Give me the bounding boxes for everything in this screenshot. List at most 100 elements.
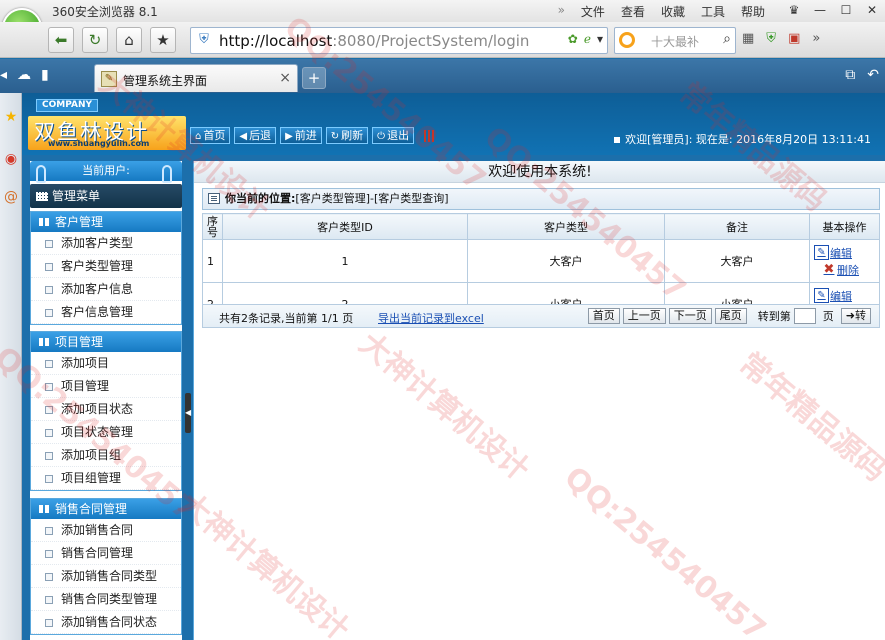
sidebar-item-sales-contract-type-manage[interactable]: 销售合同类型管理 [31,588,181,611]
table-header-row: 序号 客户类型ID 客户类型 备注 基本操作 [202,213,880,240]
home-button[interactable]: ⌂ 首页 [190,127,231,144]
sidebar-item-add-sales-contract-status[interactable]: 添加销售合同状态 [31,611,181,634]
sidebar-item-label: 添加项目组 [61,448,122,462]
menu-header-label: 管理菜单 [52,189,101,203]
section-icon [39,505,49,513]
sidebar-item-add-project-status[interactable]: 添加项目状态 [31,398,181,421]
forward-arrow-icon: ▶ [285,131,293,142]
tab-close-icon[interactable]: × [279,70,291,86]
sidebar-item-add-sales-contract[interactable]: 添加销售合同 [31,519,181,542]
last-page-button[interactable]: 尾页 [714,308,747,324]
sidebar-item-add-customer-type[interactable]: 添加客户类型 [31,232,181,255]
browser-titlebar: 360安全浏览器 8.1 » 文件 查看 收藏 工具 帮助 ♛ — ☐ ✕ [0,0,885,22]
sidebar-collapse-handle[interactable]: ◀ [185,393,191,433]
cell-id: 1 [222,239,468,283]
tab-list-icon[interactable]: ▮ [41,67,49,83]
forward-button[interactable]: ▶ 前进 [280,127,322,144]
minimize-icon[interactable]: — [807,0,833,20]
back-arrow-icon: ◀ [239,131,248,142]
back-icon[interactable]: ⬅ [48,27,74,53]
home-button-label: 首页 [203,129,226,142]
tab-main[interactable]: ✎ 管理系统主界面 × [94,64,298,92]
menu-favorites[interactable]: 收藏 [661,3,685,20]
section-header-project[interactable]: 项目管理 [31,332,181,352]
section-header-customer[interactable]: 客户管理 [31,212,181,232]
col-customer-type-id: 客户类型ID [222,213,468,240]
email-icon[interactable]: @ [1,187,21,207]
page-number-input[interactable] [793,308,816,324]
brand-site: www.shuangyulin.com [48,139,150,148]
sidebar-toggle-icon[interactable]: ◂ [0,67,7,83]
undo-close-icon[interactable]: ↶ [867,67,879,83]
logout-button[interactable]: ⏻ 退出 [372,127,415,144]
adblock-icon[interactable]: ▣ [788,31,800,46]
sidebar-item-project-manage[interactable]: 项目管理 [31,375,181,398]
sidebar-item-add-project[interactable]: 添加项目 [31,352,181,375]
menu-help[interactable]: 帮助 [741,3,765,20]
search-icon[interactable]: ⌕ [723,31,731,47]
ie-engine-icon[interactable]: ℯ [584,32,591,46]
next-page-button[interactable]: 下一页 [668,308,712,324]
sidebar-item-add-project-group[interactable]: 添加项目组 [31,444,181,467]
apps-icon[interactable]: ▦ [742,31,754,46]
export-excel-link[interactable]: 导出当前记录到excel [378,310,484,326]
breadcrumb-label: 你当前的位置: [225,192,296,205]
item-icon [45,573,53,581]
sidebar-item-project-status-manage[interactable]: 项目状态管理 [31,421,181,444]
menu-view[interactable]: 查看 [621,3,645,20]
refresh-icon: ↻ [330,131,340,142]
sidebar: 当前用户: 管理菜单 客户管理 添加客户类型 客户类型管理 添加客户信息 客户信… [30,161,182,640]
delete-link[interactable]: ✖删除 [814,261,879,278]
favorites-star-icon[interactable]: ★ [1,107,21,127]
restore-tabs-icon[interactable]: ⧉ [845,67,855,83]
go-button[interactable]: ➜转 [840,308,871,324]
item-icon [45,619,53,627]
section-title: 客户管理 [55,215,104,229]
sidebar-item-add-customer[interactable]: 添加客户信息 [31,278,181,301]
address-url[interactable]: http://localhost:8080/ProjectSystem/logi… [219,32,529,50]
power-icon: ⏻ [377,131,386,142]
sidebar-item-add-sales-contract-type[interactable]: 添加销售合同类型 [31,565,181,588]
menu-tools[interactable]: 工具 [701,3,725,20]
sidebar-item-project-group-manage[interactable]: 项目组管理 [31,467,181,490]
compat-mode-icon[interactable]: ✿ [568,32,578,46]
back-button[interactable]: ◀ 后退 [234,127,277,144]
security-icon[interactable]: ⛨ [766,31,776,46]
search-box[interactable]: 十大最补 ⌕ [614,27,736,54]
bullet-icon [614,137,621,143]
refresh-button[interactable]: ↻ 刷新 [325,127,369,144]
sidebar-item-label: 销售合同类型管理 [61,592,158,606]
address-bar[interactable]: ⛨ http://localhost:8080/ProjectSystem/lo… [190,27,608,54]
prev-page-button[interactable]: 上一页 [622,308,666,324]
welcome-text: 欢迎[管理员]: 现在是: 2016年8月20日 13:11:41 [614,131,871,147]
weibo-icon[interactable]: ◉ [1,149,21,169]
sidebar-item-label: 添加客户信息 [61,282,134,296]
sidebar-item-customer-type-manage[interactable]: 客户类型管理 [31,255,181,278]
sidebar-item-label: 添加项目状态 [61,402,134,416]
menu-overflow-icon[interactable]: » [558,3,565,20]
pin-icon [162,165,172,183]
current-user-label: 当前用户: [82,164,130,177]
skin-icon[interactable]: ♛ [781,0,807,20]
search-input[interactable]: 十大最补 [651,33,699,50]
sidebar-item-customer-manage[interactable]: 客户信息管理 [31,301,181,324]
close-window-icon[interactable]: ✕ [859,0,885,20]
edit-link[interactable]: ✎ 编辑 [814,287,879,304]
favorite-star-icon[interactable]: ★ [150,27,176,53]
sidebar-item-sales-contract-manage[interactable]: 销售合同管理 [31,542,181,565]
search-engine-icon[interactable] [619,32,635,48]
menu-file[interactable]: 文件 [581,3,605,20]
first-page-button[interactable]: 首页 [587,308,620,324]
maximize-icon[interactable]: ☐ [833,0,859,20]
chevron-down-icon[interactable]: ▾ [597,32,603,46]
section-icon [39,218,49,226]
home-icon[interactable]: ⌂ [116,27,142,53]
edit-link[interactable]: ✎ 编辑 [814,244,879,261]
cloud-icon[interactable]: ☁ [17,67,31,83]
new-tab-button[interactable]: + [302,67,326,89]
more-icon[interactable]: » [812,31,820,46]
section-header-sales-contract[interactable]: 销售合同管理 [31,499,181,519]
back-button-label: 后退 [249,129,272,142]
section-title: 项目管理 [55,335,104,349]
reload-icon[interactable]: ↻ [82,27,108,53]
